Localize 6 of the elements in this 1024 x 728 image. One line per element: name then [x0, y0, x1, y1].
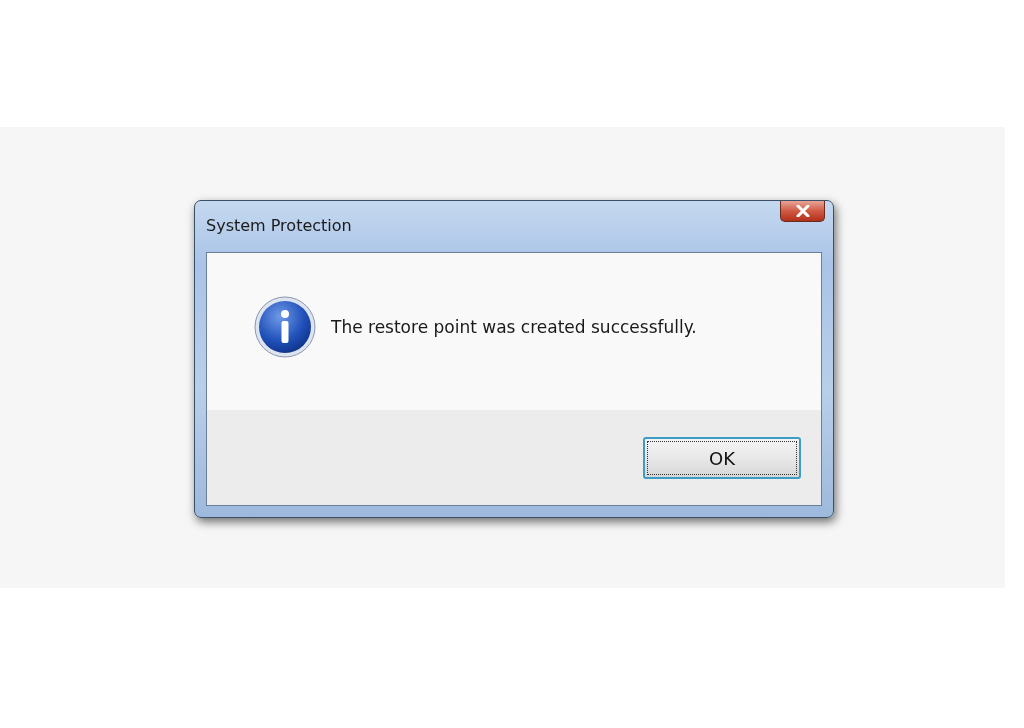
- window-title: System Protection: [206, 216, 352, 235]
- close-button[interactable]: [780, 201, 825, 222]
- close-icon: [794, 205, 811, 217]
- info-icon: [254, 295, 316, 358]
- ok-button[interactable]: OK: [643, 437, 801, 479]
- message-text: The restore point was created successfully.: [331, 316, 697, 337]
